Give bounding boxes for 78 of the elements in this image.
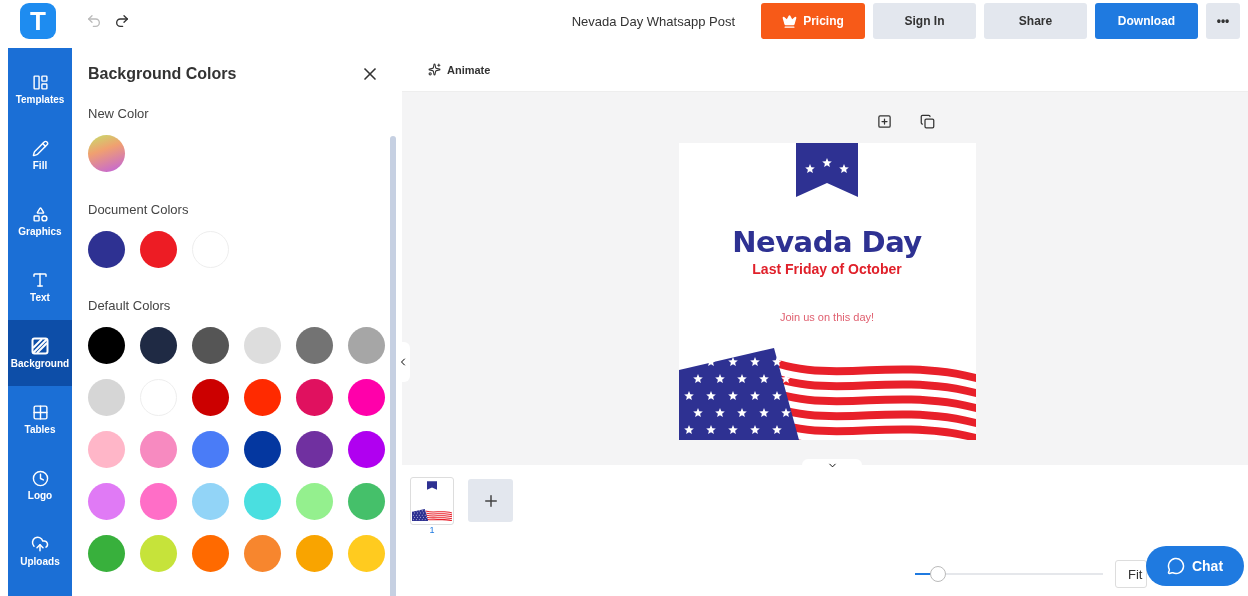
text-icon (31, 271, 49, 289)
chat-bubble-icon (1166, 557, 1185, 575)
color-swatch[interactable] (348, 483, 385, 520)
shapes-icon (31, 205, 49, 223)
section-label: Default Colors (88, 298, 172, 313)
color-swatch[interactable] (140, 431, 177, 468)
header-button[interactable]: Download (1095, 3, 1198, 39)
color-swatch[interactable] (244, 327, 281, 364)
color-swatch[interactable] (296, 327, 333, 364)
add-page-icon[interactable] (875, 112, 894, 131)
sparkle-icon (428, 63, 441, 76)
design-tagline: Join us on this day! (779, 311, 875, 323)
color-swatch[interactable] (244, 483, 281, 520)
sidebar-item[interactable]: Uploads (8, 518, 72, 584)
color-swatch[interactable] (88, 535, 125, 572)
color-swatch[interactable] (192, 379, 229, 416)
sidebar-item[interactable]: Fill (8, 122, 72, 188)
color-swatch[interactable] (192, 483, 229, 520)
animate-button[interactable]: Animate (422, 62, 497, 77)
color-swatch[interactable] (348, 327, 385, 364)
sidebar-item[interactable]: Tables (8, 386, 72, 452)
more-button[interactable]: ••• (1206, 3, 1240, 39)
design-subtitle: Last Friday of October (752, 261, 902, 277)
flag-drawing (412, 509, 452, 521)
gradient-swatch[interactable] (88, 135, 125, 172)
copy-icon[interactable] (918, 112, 937, 131)
page-number: 1 (429, 525, 435, 535)
color-swatch[interactable] (348, 535, 385, 572)
color-swatch[interactable] (296, 431, 333, 468)
color-swatch[interactable] (296, 535, 333, 572)
color-swatch[interactable] (244, 431, 281, 468)
document-title[interactable]: Nevada Day Whatsapp Post (571, 13, 735, 29)
clock-icon (31, 469, 49, 487)
header-button[interactable]: Sign In (873, 3, 976, 39)
panel-title: Background Colors (88, 65, 237, 83)
banner-drawing (427, 481, 437, 490)
header-button[interactable]: Share (984, 3, 1087, 39)
app-logo[interactable]: T (20, 3, 56, 39)
color-swatch[interactable] (348, 379, 385, 416)
color-swatch[interactable] (192, 431, 229, 468)
layout-icon (31, 73, 49, 91)
design-card[interactable]: Nevada Day Last Friday of October Join us on this day! (678, 143, 976, 440)
page-thumbnail[interactable] (410, 477, 454, 525)
cloud-upload-icon (31, 535, 49, 553)
scrollbar[interactable] (390, 136, 396, 596)
sidebar-item[interactable]: Text (8, 254, 72, 320)
sidebar-item[interactable]: Graphics (8, 188, 72, 254)
color-swatch[interactable] (140, 535, 177, 572)
crown-icon (782, 13, 798, 29)
header-button[interactable]: Pricing (761, 3, 865, 39)
pencil-icon (31, 139, 49, 157)
color-swatch[interactable] (244, 535, 281, 572)
color-swatch[interactable] (296, 379, 333, 416)
color-swatch[interactable] (88, 231, 125, 268)
add-page-button[interactable] (468, 479, 513, 522)
slider-thumb[interactable] (929, 566, 946, 582)
color-swatch[interactable] (88, 431, 125, 468)
color-swatch[interactable] (140, 231, 177, 268)
color-swatch[interactable] (140, 327, 177, 364)
design-title: Nevada Day (732, 225, 922, 259)
section-label: Document Colors (88, 202, 190, 217)
color-swatch[interactable] (140, 483, 177, 520)
chat-button[interactable]: Chat (1146, 546, 1244, 586)
sidebar-item[interactable]: Logo (8, 452, 72, 518)
color-swatch[interactable] (348, 431, 385, 468)
color-swatch[interactable] (244, 379, 281, 416)
sidebar-item[interactable]: Templates (8, 56, 72, 122)
table-icon (31, 403, 49, 421)
color-swatch[interactable] (88, 379, 125, 416)
color-swatch[interactable] (88, 483, 125, 520)
section-label: New Color (88, 106, 150, 121)
hatched-square-icon (31, 337, 49, 355)
banner-drawing (796, 143, 858, 197)
color-swatch[interactable] (192, 535, 229, 572)
color-swatch[interactable] (296, 483, 333, 520)
color-swatch[interactable] (192, 327, 229, 364)
color-swatch[interactable] (88, 327, 125, 364)
sidebar-item[interactable]: Background (8, 320, 72, 386)
